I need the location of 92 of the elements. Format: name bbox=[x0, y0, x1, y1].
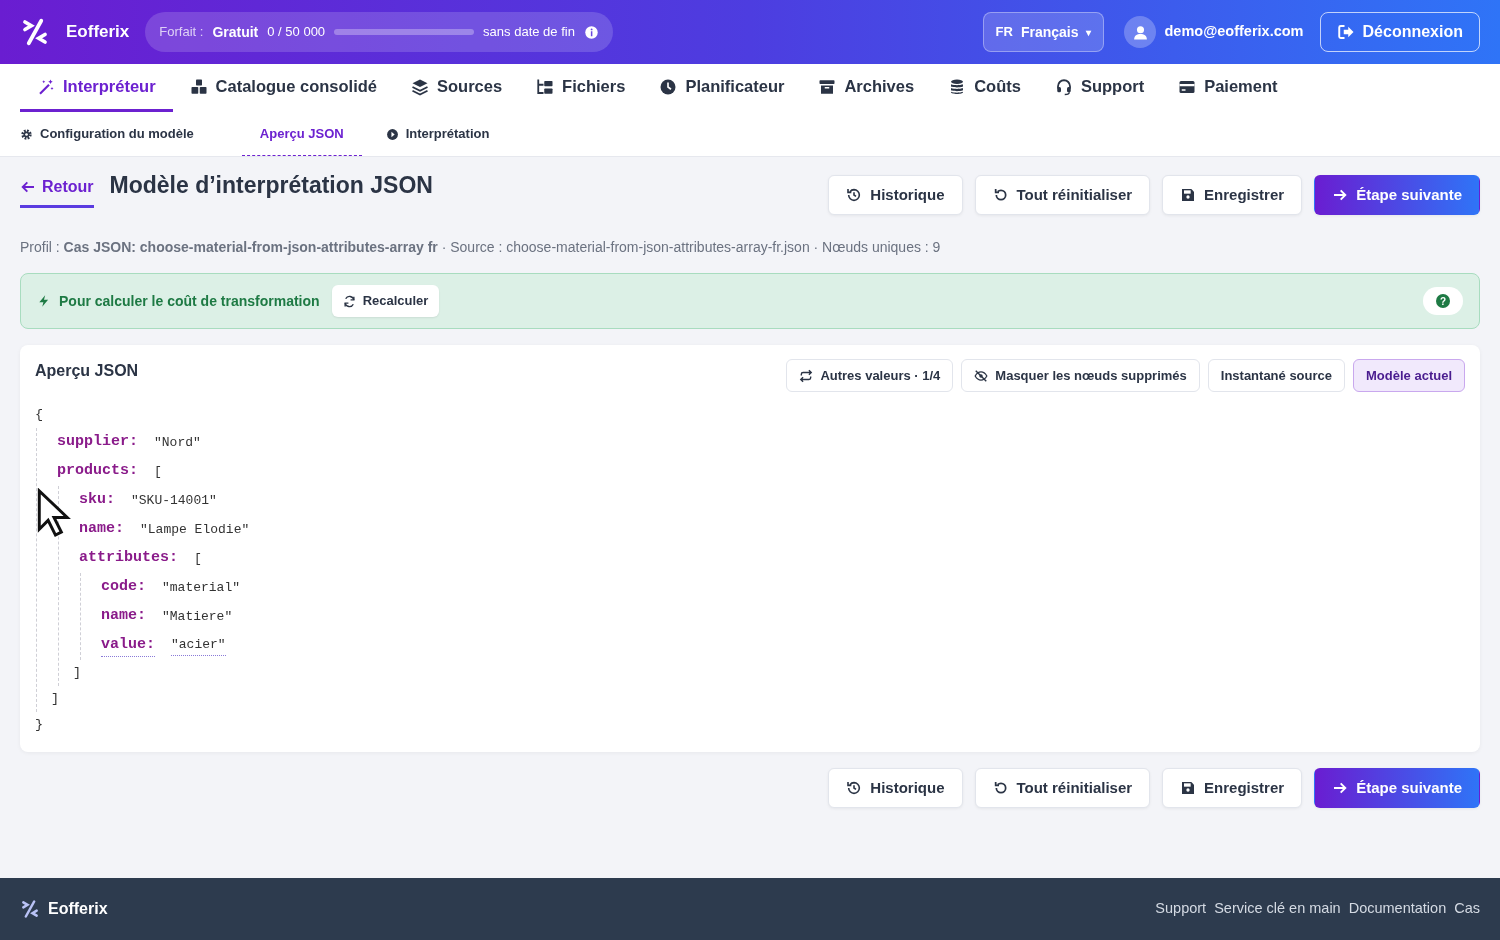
json-key: code: bbox=[101, 576, 146, 599]
action-button[interactable]: Historique bbox=[828, 768, 963, 808]
arrow-right-icon bbox=[1332, 187, 1349, 203]
json-bracket: [ bbox=[194, 549, 202, 568]
json-value: "material" bbox=[162, 578, 241, 597]
json-key: attributes: bbox=[79, 547, 179, 570]
plan-label: Forfait : bbox=[159, 23, 204, 42]
language-button[interactable]: FR Français ▾ bbox=[982, 12, 1105, 52]
nav-tab[interactable]: Sources bbox=[393, 64, 520, 112]
play-icon bbox=[385, 127, 399, 141]
json-value: "Matiere" bbox=[162, 607, 233, 626]
action-button[interactable]: Historique bbox=[828, 175, 963, 215]
avatar bbox=[1124, 16, 1157, 48]
sub-tab[interactable]: Configuration du modèle bbox=[20, 112, 220, 156]
nav-tab[interactable]: Fichiers bbox=[519, 64, 643, 112]
action-button[interactable]: Tout réinitialiser bbox=[974, 175, 1151, 215]
nav-tab[interactable]: Support bbox=[1037, 64, 1162, 112]
json-bracket: [ bbox=[154, 462, 162, 481]
save-icon bbox=[1180, 780, 1197, 796]
wand-icon bbox=[37, 77, 55, 96]
json-value: "Nord" bbox=[154, 433, 201, 452]
view-toggle[interactable]: Instantané source bbox=[1207, 359, 1346, 392]
footer-link[interactable]: Support bbox=[1155, 898, 1207, 920]
next-step-button[interactable]: Étape suivante bbox=[1314, 175, 1480, 215]
footer-link[interactable]: Documentation bbox=[1348, 898, 1447, 920]
clock-icon bbox=[659, 77, 678, 96]
nav-tab[interactable]: Coûts bbox=[931, 64, 1038, 112]
sub-tab[interactable]: Interprétation bbox=[385, 112, 516, 156]
view-toggle[interactable]: Masquer les nœuds supprimés bbox=[961, 359, 1200, 392]
action-button[interactable]: Enregistrer bbox=[1162, 175, 1303, 215]
json-key: value: bbox=[101, 633, 155, 658]
arrow-left-icon bbox=[20, 179, 36, 195]
page-title: Modèle d’interprétation JSON bbox=[109, 172, 433, 200]
undo-icon bbox=[992, 187, 1009, 203]
bolt-icon bbox=[37, 294, 51, 308]
boxes-icon bbox=[189, 77, 208, 96]
json-bracket: } bbox=[35, 715, 45, 734]
settings-icon bbox=[20, 127, 33, 141]
recalculate-button[interactable]: Recalculer bbox=[331, 285, 440, 317]
undo-icon bbox=[992, 780, 1009, 796]
sub-tab[interactable]: Aperçu JSON bbox=[241, 112, 362, 156]
repeat-icon bbox=[799, 368, 814, 383]
footer-link[interactable]: Cas bbox=[1454, 898, 1480, 920]
save-icon bbox=[1180, 187, 1197, 203]
action-button[interactable]: Enregistrer bbox=[1162, 768, 1303, 808]
json-bracket: ] bbox=[73, 663, 83, 682]
logo-icon bbox=[20, 899, 40, 919]
info-icon bbox=[583, 24, 599, 40]
history-icon bbox=[846, 187, 863, 203]
nav-tab[interactable]: Catalogue consolidé bbox=[172, 64, 394, 112]
history-icon bbox=[846, 780, 863, 796]
plan-end: sans date de fin bbox=[483, 23, 575, 42]
help-button[interactable]: ? bbox=[1423, 287, 1463, 315]
alert-text: Pour calculer le coût de transformation bbox=[59, 291, 320, 311]
json-value: "SKU-14001" bbox=[131, 491, 217, 510]
user-email: demo@eofferix.com bbox=[1164, 22, 1304, 42]
json-key: supplier: bbox=[57, 431, 138, 454]
next-step-button[interactable]: Étape suivante bbox=[1314, 768, 1480, 808]
profile-info: Profil : Cas JSON: choose-material-from-json-attributes-array fr · Source : choose-material-from-json-attributes-array-fr.json · Nœuds uniques : 9 bbox=[20, 238, 942, 257]
eye-slash-icon bbox=[974, 368, 989, 383]
refresh-icon bbox=[342, 294, 356, 308]
json-key: sku: bbox=[79, 489, 115, 512]
view-toggle[interactable]: Modèle actuel bbox=[1353, 359, 1465, 392]
brand-name: Eofferix bbox=[66, 21, 130, 44]
json-value: "Lampe Elodie" bbox=[140, 520, 250, 539]
logo-icon bbox=[20, 17, 50, 47]
footer-link[interactable]: Service clé en main bbox=[1214, 898, 1341, 920]
nav-tab[interactable]: Planificateur bbox=[642, 64, 802, 112]
json-bracket: { bbox=[35, 405, 45, 424]
card-title: Aperçu JSON bbox=[35, 361, 139, 381]
nav-tab[interactable]: Paiement bbox=[1161, 64, 1295, 112]
logout-button[interactable]: Déconnexion bbox=[1319, 12, 1480, 52]
arrow-right-icon bbox=[1332, 780, 1349, 796]
footer-brand: Eofferix bbox=[48, 899, 108, 919]
layers-icon bbox=[410, 77, 429, 96]
back-link[interactable]: Retour bbox=[20, 175, 94, 208]
nav-tab[interactable]: Interpréteur bbox=[20, 64, 173, 112]
json-key: products: bbox=[57, 460, 138, 483]
folder-tree-icon bbox=[536, 77, 555, 96]
logout-icon bbox=[1336, 23, 1355, 41]
json-key: name: bbox=[79, 518, 124, 541]
json-value: "acier" bbox=[171, 635, 226, 656]
nav-tab[interactable]: Archives bbox=[801, 64, 932, 112]
usage-text: 0 / 50 000 bbox=[267, 23, 326, 42]
plan-name: Gratuit bbox=[212, 22, 259, 42]
json-key: name: bbox=[101, 605, 146, 628]
json-bracket: ] bbox=[51, 689, 61, 708]
view-toggle[interactable]: Autres valeurs · 1/4 bbox=[786, 359, 954, 392]
action-button[interactable]: Tout réinitialiser bbox=[974, 768, 1151, 808]
archive-icon bbox=[818, 77, 837, 96]
cursor-icon bbox=[36, 488, 72, 538]
headset-icon bbox=[1054, 77, 1073, 96]
